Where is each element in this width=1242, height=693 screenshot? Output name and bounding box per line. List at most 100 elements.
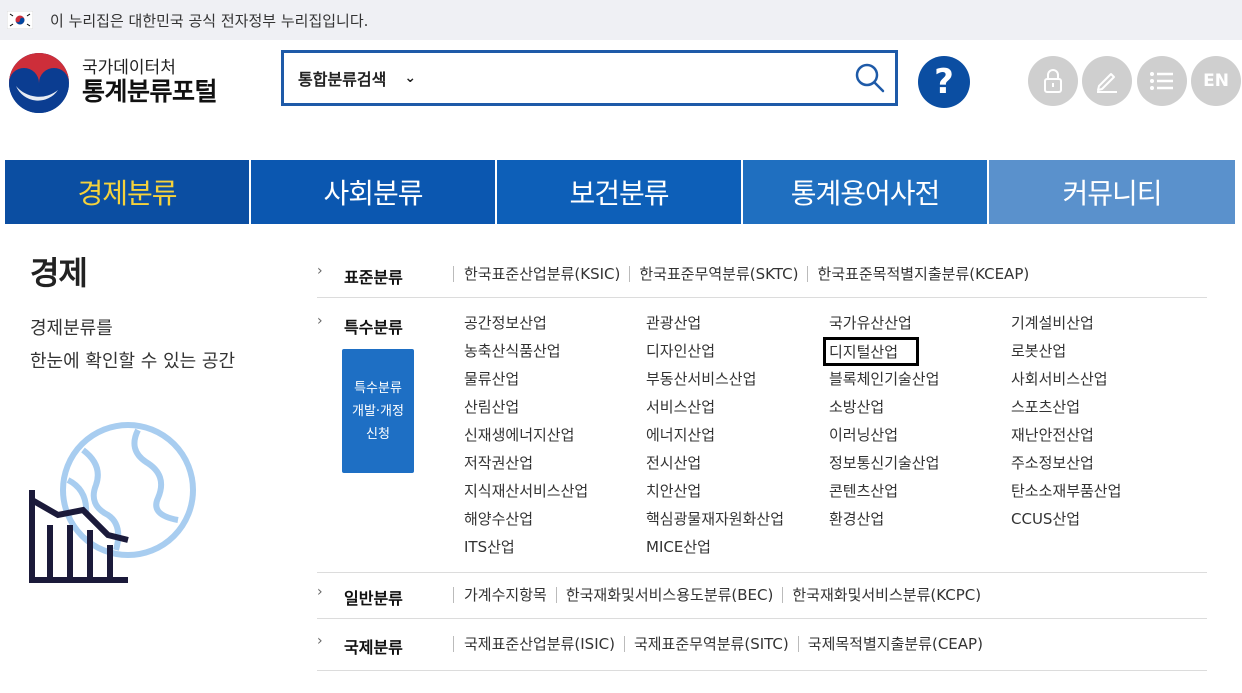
apply-button-line: 특수분류	[354, 380, 402, 396]
nav-glossary-label: 통계용어사전	[790, 177, 941, 210]
login-button[interactable]	[1028, 56, 1078, 106]
special-link[interactable]: 소방산업	[829, 396, 884, 417]
special-link[interactable]: 에너지산업	[646, 424, 715, 445]
divider	[555, 586, 557, 603]
special-link[interactable]: 환경산업	[829, 508, 884, 529]
search-button[interactable]	[845, 53, 895, 103]
category-links: 한국표준산업분류(KSIC) 한국표준무역분류(SKTC) 한국표준목적별지출분…	[453, 263, 1029, 284]
special-link[interactable]: 신재생에너지산업	[464, 424, 574, 445]
divider	[807, 265, 809, 282]
help-button[interactable]: ?	[918, 56, 970, 108]
nav-health[interactable]: 보건분류	[497, 160, 743, 224]
korea-flag-icon	[6, 10, 34, 30]
sitemap-button[interactable]	[1137, 56, 1187, 106]
special-link[interactable]: 전시산업	[646, 452, 701, 473]
special-link[interactable]: 기계설비산업	[1011, 312, 1094, 333]
link-sktc[interactable]: 한국표준무역분류(SKTC)	[639, 263, 798, 284]
nav-society-label: 사회분류	[323, 177, 423, 210]
special-link-highlighted[interactable]: 디지털산업	[822, 337, 920, 366]
divider	[453, 586, 454, 603]
special-link[interactable]: 로봇산업	[1011, 340, 1066, 361]
special-link[interactable]: 스포츠산업	[1011, 396, 1080, 417]
category-heading[interactable]: 표준분류	[344, 264, 403, 288]
special-link[interactable]: 부동산서비스산업	[646, 368, 756, 389]
globe-chart-illustration-icon	[29, 422, 196, 583]
special-link[interactable]: 저작권산업	[464, 452, 533, 473]
nav-economy[interactable]: 경제분류	[5, 160, 251, 224]
chevron-right-icon: ›	[317, 313, 323, 329]
special-link[interactable]: 핵심광물재자원화산업	[646, 508, 784, 529]
link-kceap[interactable]: 한국표준목적별지출분류(KCEAP)	[817, 263, 1029, 284]
special-link[interactable]: 농축산식품산업	[464, 340, 561, 361]
category-heading[interactable]: 국제분류	[344, 634, 403, 658]
special-link[interactable]: 재난안전산업	[1011, 424, 1094, 445]
apply-button-line: 개발·개정	[352, 403, 404, 419]
divider	[453, 265, 454, 282]
page-description: 경제분류를 한눈에 확인할 수 있는 공간	[30, 312, 290, 378]
lock-icon	[1044, 69, 1062, 93]
special-link[interactable]: 디자인산업	[646, 340, 715, 361]
link-household-items[interactable]: 가계수지항목	[464, 584, 547, 605]
special-link[interactable]: 국가유산산업	[829, 312, 912, 333]
search-scope-label: 통합분류검색	[298, 70, 387, 89]
chevron-right-icon: ›	[317, 633, 323, 649]
special-link[interactable]: 이러닝산업	[829, 424, 898, 445]
category-heading[interactable]: 일반분류	[344, 585, 403, 609]
nav-society[interactable]: 사회분류	[251, 160, 497, 224]
english-button[interactable]: EN	[1191, 56, 1241, 106]
special-classification-apply-button[interactable]: 특수분류 개발·개정 신청	[342, 349, 414, 473]
special-link[interactable]: CCUS산업	[1011, 508, 1080, 529]
edit-button[interactable]	[1082, 56, 1132, 106]
link-ksic[interactable]: 한국표준산업분류(KSIC)	[464, 263, 620, 284]
category-heading[interactable]: 특수분류	[344, 314, 403, 338]
link-isic[interactable]: 국제표준산업분류(ISIC)	[464, 633, 615, 654]
chevron-right-icon: ›	[317, 584, 323, 600]
chevron-right-icon: ›	[317, 263, 323, 279]
apply-button-line: 신청	[366, 426, 390, 442]
special-link[interactable]: ITS산업	[464, 536, 515, 557]
pencil-icon	[1097, 73, 1117, 93]
link-ceap[interactable]: 국제목적별지출분류(CEAP)	[808, 633, 983, 654]
page-title: 경제	[30, 254, 88, 292]
special-link[interactable]: 서비스산업	[646, 396, 715, 417]
search-input[interactable]	[428, 57, 845, 99]
link-kcpc[interactable]: 한국재화및서비스분류(KCPC)	[792, 584, 981, 605]
logo-subtitle: 국가데이터처	[82, 57, 176, 78]
logo-title: 통계분류포털	[82, 77, 218, 107]
special-link[interactable]: 해양수산업	[464, 508, 533, 529]
special-link[interactable]: 물류산업	[464, 368, 519, 389]
special-link[interactable]: 블록체인기술산업	[829, 368, 939, 389]
category-links: 가계수지항목 한국재화및서비스용도분류(BEC) 한국재화및서비스분류(KCPC…	[453, 584, 981, 605]
chevron-down-icon: ⌄	[404, 70, 417, 86]
link-sitc[interactable]: 국제표준무역분류(SITC)	[634, 633, 789, 654]
special-link[interactable]: 정보통신기술산업	[829, 452, 939, 473]
link-bec[interactable]: 한국재화및서비스용도분류(BEC)	[566, 584, 774, 605]
nav-glossary[interactable]: 통계용어사전	[743, 160, 989, 224]
list-icon	[1150, 72, 1173, 90]
search-scope-select[interactable]: 통합분류검색 ⌄	[298, 66, 416, 90]
special-link[interactable]: 산림산업	[464, 396, 519, 417]
special-link[interactable]: 콘텐츠산업	[829, 480, 898, 501]
page-intro: 경제 경제분류를 한눈에 확인할 수 있는 공간	[30, 248, 235, 372]
category-links: 국제표준산업분류(ISIC) 국제표준무역분류(SITC) 국제목적별지출분류(…	[453, 633, 983, 654]
special-link[interactable]: 주소정보산업	[1011, 452, 1094, 473]
divider	[782, 586, 784, 603]
search-icon	[855, 63, 885, 93]
divider	[629, 265, 631, 282]
page-description-line: 경제분류를	[30, 318, 113, 339]
search-box: 통합분류검색 ⌄	[281, 50, 898, 106]
site-logo[interactable]: 국가데이터처 통계분류포털	[6, 50, 218, 116]
gov-banner-text: 이 누리집은 대한민국 공식 전자정부 누리집입니다.	[50, 11, 369, 30]
nav-community[interactable]: 커뮤니티	[989, 160, 1235, 224]
page-description-line: 한눈에 확인할 수 있는 공간	[30, 351, 236, 372]
english-label: EN	[1203, 71, 1229, 91]
special-link[interactable]: 탄소소재부품산업	[1011, 480, 1121, 501]
special-link[interactable]: 지식재산서비스산업	[464, 480, 588, 501]
nav-economy-label: 경제분류	[77, 177, 177, 210]
special-link[interactable]: 관광산업	[646, 312, 701, 333]
special-link[interactable]: 치안산업	[646, 480, 701, 501]
special-link[interactable]: 사회서비스산업	[1011, 368, 1108, 389]
special-link[interactable]: MICE산업	[646, 536, 711, 557]
category-row-international: › 국제분류 국제표준산업분류(ISIC) 국제표준무역분류(SITC) 국제목…	[317, 618, 1207, 671]
special-link[interactable]: 공간정보산업	[464, 312, 547, 333]
